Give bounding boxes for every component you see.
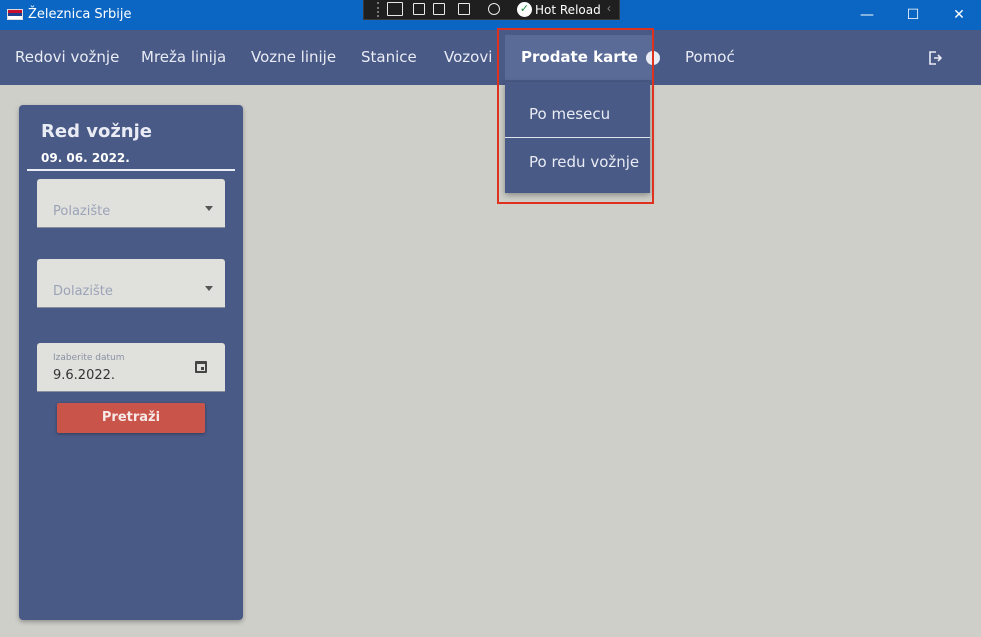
date-field-value[interactable]: 9.6.2022. <box>53 368 115 383</box>
debug-toolbar: ✓ Hot Reload ‹ <box>363 0 620 20</box>
arrival-placeholder: Dolazište <box>53 284 113 299</box>
menu-pomoc[interactable]: Pomoć <box>685 30 735 80</box>
minimize-button[interactable]: — <box>844 0 890 30</box>
chevron-down-icon <box>205 286 213 291</box>
menu-vozne-linije[interactable]: Vozne linije <box>251 30 336 80</box>
panel-divider <box>27 169 235 171</box>
highlight-annotation <box>497 28 654 204</box>
menu-mreza-linija[interactable]: Mreža linija <box>141 30 226 80</box>
close-button[interactable]: ✕ <box>936 0 981 30</box>
arrival-select[interactable]: Dolazište <box>37 259 225 308</box>
live-visual-tree-icon[interactable] <box>387 2 403 16</box>
hot-reload-icon[interactable] <box>488 3 500 15</box>
panel-date: 09. 06. 2022. <box>41 151 130 165</box>
date-field-label: Izaberite datum <box>53 353 125 363</box>
toolbar-grip[interactable] <box>377 2 379 17</box>
display-adorners-icon[interactable] <box>433 3 445 15</box>
maximize-button[interactable]: ☐ <box>890 0 936 30</box>
hot-reload-label[interactable]: Hot Reload <box>535 3 601 17</box>
menu-redovi-voznje[interactable]: Redovi vožnje <box>15 30 119 80</box>
search-button[interactable]: Pretraži <box>57 403 205 433</box>
title-bar: Železnica Srbije ✓ Hot Reload ‹ — ☐ ✕ <box>0 0 981 30</box>
departure-placeholder: Polazište <box>53 204 111 219</box>
date-picker-field[interactable]: Izaberite datum 9.6.2022. <box>37 343 225 392</box>
menu-vozovi[interactable]: Vozovi <box>444 30 492 80</box>
track-focus-icon[interactable] <box>458 3 470 15</box>
departure-select[interactable]: Polazište <box>37 179 225 228</box>
timetable-panel: Red vožnje 09. 06. 2022. Polazište Dolaz… <box>19 105 243 620</box>
calendar-icon[interactable] <box>195 361 207 373</box>
select-element-icon[interactable] <box>413 3 425 15</box>
logout-icon[interactable] <box>928 50 942 66</box>
window-title: Železnica Srbije <box>28 7 132 22</box>
chevron-down-icon <box>205 206 213 211</box>
panel-title: Red vožnje <box>41 121 152 142</box>
menu-bar: Redovi vožnje Mreža linija Vozne linije … <box>0 30 981 85</box>
collapse-toolbar-icon[interactable]: ‹ <box>607 1 611 15</box>
app-flag-icon <box>7 9 23 20</box>
menu-stanice[interactable]: Stanice <box>361 30 417 80</box>
hot-reload-status-icon: ✓ <box>517 2 532 17</box>
